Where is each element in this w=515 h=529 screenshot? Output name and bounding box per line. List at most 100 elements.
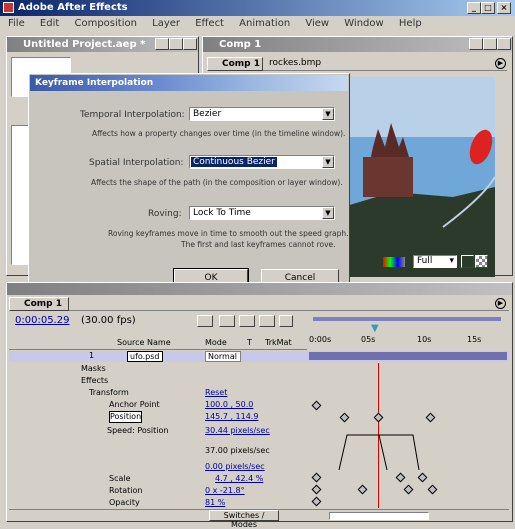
timeline-zoom-slider[interactable]	[329, 512, 429, 520]
effects-row[interactable]: Effects	[81, 375, 108, 387]
chevron-down-icon: ▼	[322, 156, 334, 168]
app-title: Adobe After Effects	[18, 2, 128, 13]
keyframe-rotation-2[interactable]	[357, 484, 368, 495]
layer-row[interactable]: 1 ufo.psd Normal	[9, 351, 509, 362]
switches-modes-button[interactable]: Switches / Modes	[209, 510, 279, 529]
menu-window[interactable]: Window	[344, 18, 383, 29]
spatial-description: Affects the shape of the path (in the co…	[91, 178, 343, 187]
tab-comp1[interactable]: Comp 1	[207, 57, 263, 71]
motion-blur-icon[interactable]	[259, 315, 275, 327]
menu-view[interactable]: View	[305, 18, 329, 29]
comp-close-button[interactable]: ×	[497, 38, 511, 50]
color-swatch-icon[interactable]	[383, 257, 405, 267]
anchor-point-value[interactable]: 100.0 , 50.0	[205, 399, 253, 411]
ruler-label-15: 15s	[467, 335, 482, 344]
minimize-button[interactable]: _	[467, 2, 481, 14]
comp-maximize-button[interactable]: □	[483, 38, 497, 50]
position-row[interactable]: Position	[109, 411, 143, 423]
roving-label: Roving:	[148, 209, 182, 219]
current-time[interactable]: 0:00:05.29	[15, 315, 69, 326]
timeline-bottom-bar: Switches / Modes	[9, 509, 509, 529]
rotation-row[interactable]: Rotation	[109, 485, 142, 497]
anchor-point-row[interactable]: Anchor Point	[109, 399, 160, 411]
menu-layer[interactable]: Layer	[152, 18, 180, 29]
reset-link[interactable]: Reset	[205, 387, 227, 399]
comp-button-icon[interactable]	[197, 315, 213, 327]
tab-timeline-comp1[interactable]: Comp 1	[9, 297, 69, 311]
menu-file[interactable]: File	[8, 18, 25, 29]
layer-duration-bar[interactable]	[309, 352, 507, 360]
scale-row[interactable]: Scale	[109, 473, 131, 485]
keyframe-position-2[interactable]	[373, 412, 384, 423]
temporal-description: Affects how a property changes over time…	[92, 129, 346, 138]
col-t[interactable]: T	[247, 338, 252, 347]
comp-bottom-bar: Full ▾	[353, 255, 508, 269]
col-source-name[interactable]: Source Name	[117, 338, 171, 347]
speed-position-value[interactable]: 30.44 pixels/sec	[205, 425, 270, 437]
menu-composition[interactable]: Composition	[74, 18, 136, 29]
menu-help[interactable]: Help	[399, 18, 422, 29]
col-trkmat[interactable]: TrkMat	[265, 338, 292, 347]
time-ruler[interactable]: 0:00s 05s 10s 15s ▼	[309, 313, 509, 353]
comp-menu-arrow-icon[interactable]: ▶	[495, 58, 506, 69]
app-icon	[3, 2, 14, 13]
speed-low: 0.00 pixels/sec	[205, 462, 265, 471]
chevron-down-icon: ▼	[322, 207, 334, 219]
opacity-value[interactable]: 81 %	[205, 497, 225, 509]
timeline-menu-arrow-icon[interactable]: ▶	[495, 298, 506, 309]
speed-graph	[338, 434, 420, 471]
rotation-value[interactable]: 0 x -21.8°	[205, 485, 245, 497]
masks-row[interactable]: Masks	[81, 363, 106, 375]
project-title: Untitled Project.aep *	[23, 39, 146, 50]
keyframe-area[interactable]	[309, 363, 509, 508]
region-icon[interactable]	[461, 255, 474, 268]
tab-footage[interactable]: rockes.bmp	[269, 57, 321, 70]
comp-title: Comp 1	[219, 39, 262, 50]
menu-edit[interactable]: Edit	[40, 18, 59, 29]
timeline-titlebar	[7, 283, 512, 295]
checkerboard-icon[interactable]	[475, 255, 488, 268]
app-titlebar: Adobe After Effects _ □ ×	[0, 0, 515, 16]
maximize-button[interactable]: □	[481, 2, 495, 14]
keyframe-position-1[interactable]	[339, 412, 350, 423]
menu-effect[interactable]: Effect	[195, 18, 224, 29]
draft-3d-icon[interactable]	[219, 315, 235, 327]
speed-high: 37.00 pixels/sec	[205, 446, 270, 455]
scale-value[interactable]: 4.7 , 42.4 %	[215, 473, 263, 485]
column-headers: Source Name Mode T TrkMat	[9, 338, 307, 350]
project-close-button[interactable]: ×	[183, 38, 197, 50]
layer-number: 1	[89, 351, 95, 360]
keyframe-rotation-3[interactable]	[403, 484, 414, 495]
work-area-bar[interactable]	[313, 317, 501, 321]
speed-position-row: Speed: Position	[107, 426, 169, 435]
spatial-select[interactable]: Continuous Bezier ▼	[189, 155, 335, 169]
comp-titlebar: Comp 1 _ □ ×	[203, 37, 512, 52]
current-time-indicator-icon[interactable]: ▼	[371, 323, 379, 334]
layer-mode-select[interactable]: Normal	[205, 351, 241, 362]
close-button[interactable]: ×	[497, 2, 511, 14]
temporal-select[interactable]: Bezier ▼	[189, 107, 335, 121]
opacity-row[interactable]: Opacity	[109, 497, 140, 509]
comp-tab-bar: Comp 1 rockes.bmp ▶	[207, 57, 507, 71]
temporal-value: Bezier	[193, 109, 222, 119]
resolution-value: Full	[417, 256, 433, 266]
menu-animation[interactable]: Animation	[239, 18, 290, 29]
timeline-tool-buttons	[197, 315, 307, 329]
comp-minimize-button[interactable]: _	[469, 38, 483, 50]
col-mode[interactable]: Mode	[205, 338, 227, 347]
roving-select[interactable]: Lock To Time ▼	[189, 206, 335, 220]
marker-icon[interactable]	[279, 315, 293, 327]
project-minimize-button[interactable]: _	[155, 38, 169, 50]
resolution-select[interactable]: Full ▾	[413, 255, 457, 268]
transform-row[interactable]: Transform	[89, 387, 129, 399]
project-maximize-button[interactable]: □	[169, 38, 183, 50]
position-value[interactable]: 145.7 , 114.9	[205, 411, 258, 423]
keyframe-rotation-4[interactable]	[427, 484, 438, 495]
keyframe-opacity-1[interactable]	[311, 496, 322, 507]
roving-description-2: The first and last keyframes cannot rove…	[181, 240, 336, 249]
frame-blend-icon[interactable]	[239, 315, 255, 327]
spatial-label: Spatial Interpolation:	[89, 158, 184, 168]
keyframe-rotation-1[interactable]	[311, 484, 322, 495]
keyframe-anchor[interactable]	[311, 400, 322, 411]
keyframe-position-3[interactable]	[425, 412, 436, 423]
